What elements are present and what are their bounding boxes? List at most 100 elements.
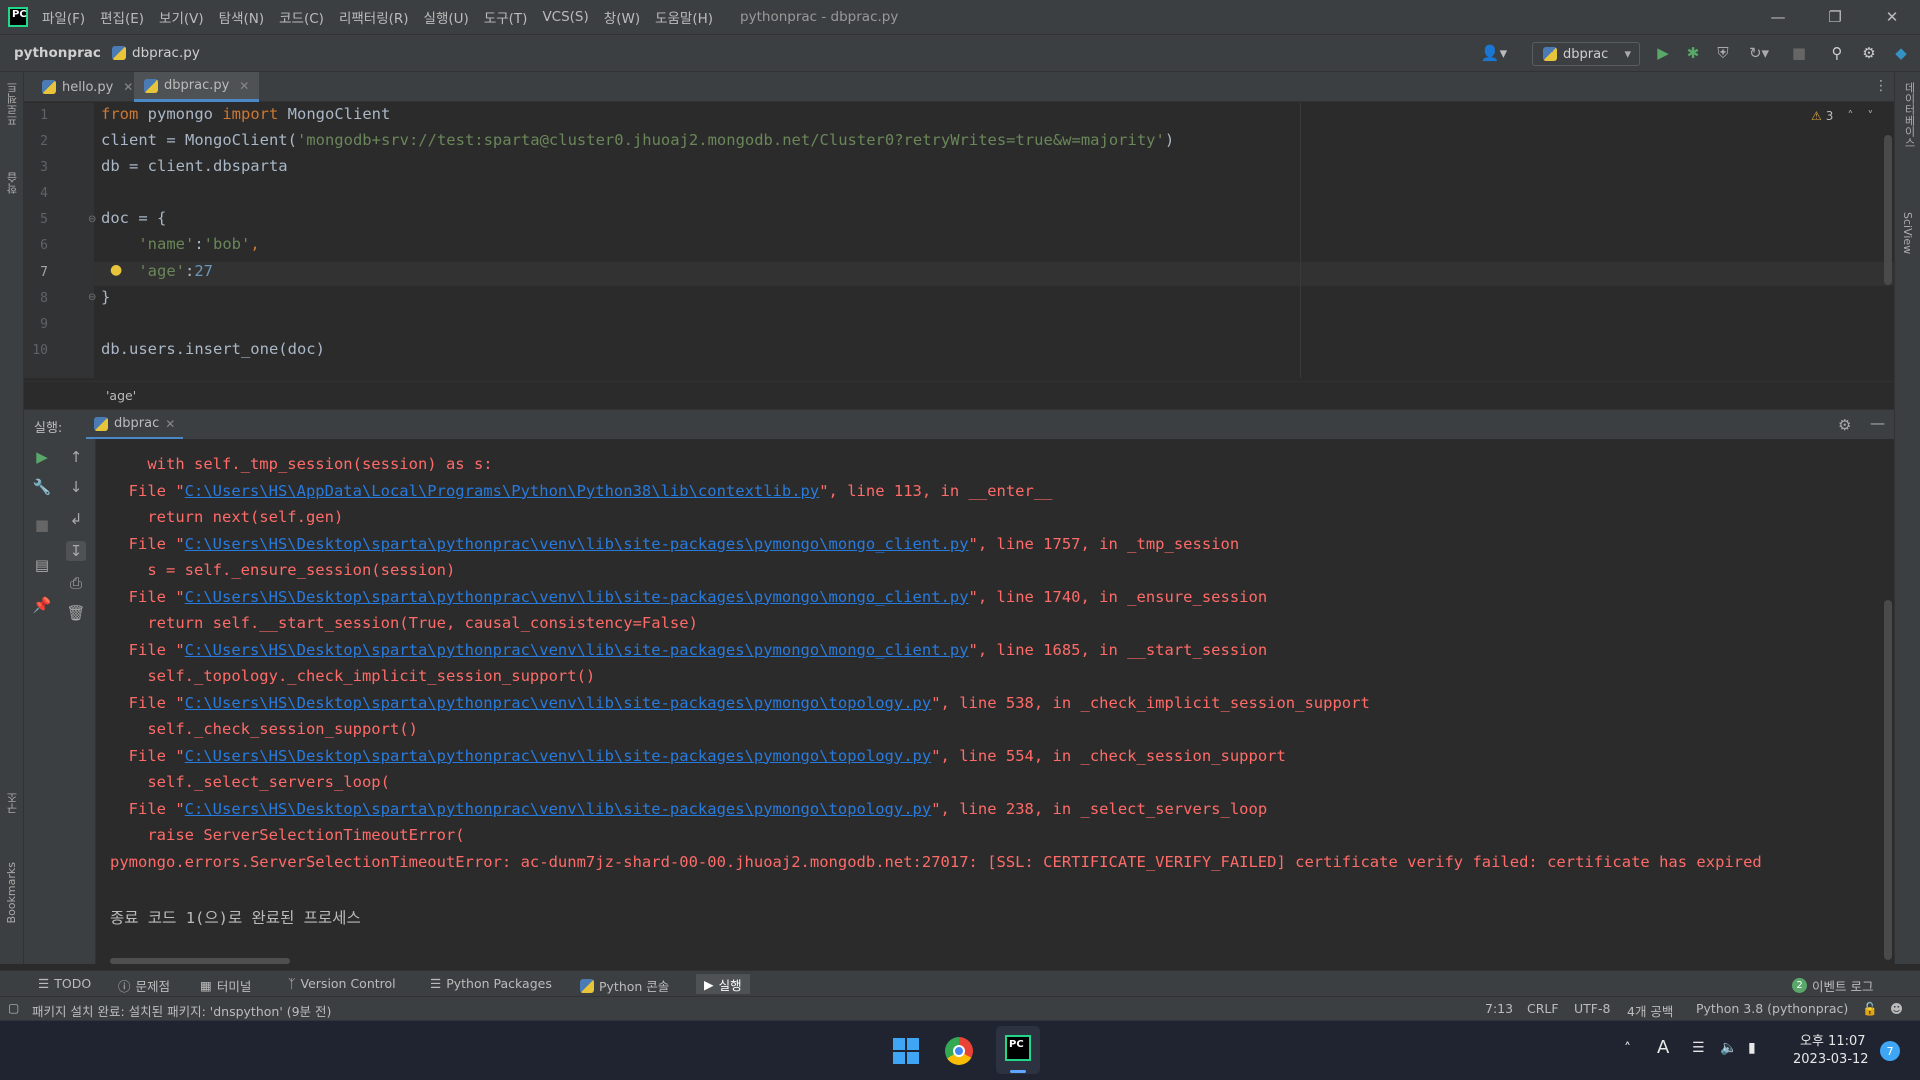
menu-help[interactable]: 도움말(H) [655,7,713,27]
close-tab-icon[interactable]: ✕ [123,80,133,94]
gear-icon[interactable]: ⚙ [1838,416,1851,434]
inspection-widget[interactable]: ⚠ 3 ˄ ˅ [1811,109,1873,123]
restore-icon[interactable]: ❐ [1808,0,1862,34]
caret-position[interactable]: 7:13 [1485,1001,1513,1016]
pycharm-logo-icon[interactable]: PC [8,7,28,27]
editor-scrollbar[interactable] [1884,135,1892,285]
menu-code[interactable]: 코드(C) [279,7,324,27]
pycharm-taskbar-button[interactable]: PC [996,1026,1040,1074]
file-link[interactable]: C:\Users\HS\Desktop\sparta\pythonprac\ve… [185,535,969,553]
debug-icon[interactable]: ✱ [1684,44,1702,62]
tab-python-console[interactable]: Python 콘솔 [580,976,669,995]
inspector-icon[interactable]: ☻ [1890,1001,1903,1016]
trash-icon[interactable]: 🗑 [66,603,86,623]
menu-tools[interactable]: 도구(T) [484,7,528,27]
hide-icon[interactable]: — [1870,414,1885,432]
menu-vcs[interactable]: VCS(S) [542,9,588,25]
notification-badge[interactable]: 7 [1880,1041,1900,1061]
tab-run[interactable]: ▶ 실행 [696,974,750,994]
lock-icon[interactable]: 🔓 [1862,1001,1878,1017]
tab-terminal[interactable]: ▦ 터미널 [200,976,251,995]
file-link[interactable]: C:\Users\HS\Desktop\sparta\pythonprac\ve… [185,588,969,606]
volume-icon[interactable]: 🔈 [1720,1040,1737,1056]
stop-icon[interactable]: ■ [1790,44,1808,62]
chevron-up-icon[interactable]: ˄ [1847,109,1853,123]
arrow-up-icon[interactable]: ↑ [66,447,86,467]
rerun-icon[interactable]: ▶ [32,447,52,467]
menu-run[interactable]: 실행(U) [424,7,469,27]
tab-problems[interactable]: ⓘ 문제점 [118,976,170,995]
search-icon[interactable]: ⚲ [1828,44,1846,62]
chevron-down-icon[interactable]: ˅ [1867,109,1873,123]
clock-time[interactable]: 오후 11:07 [1800,1030,1866,1049]
console-horizontal-scrollbar[interactable] [110,958,290,964]
gear-icon[interactable]: ⚙ [1860,44,1878,62]
menu-window[interactable]: 창(W) [604,7,640,27]
event-log-button[interactable]: 2 이벤트 로그 [1792,976,1873,995]
python-interpreter[interactable]: Python 3.8 (pythonprac) [1696,1001,1848,1016]
status-toggle-icon[interactable]: ▢ [8,1001,19,1015]
run-tab-dbprac[interactable]: dbprac ✕ [86,410,184,440]
chevron-up-icon[interactable]: ˄ [1624,1041,1631,1057]
soft-wrap-icon[interactable]: ↲ [66,509,86,529]
print-icon[interactable]: ⎙ [66,573,86,593]
coverage-icon[interactable]: ⛨ [1714,44,1732,62]
menu-file[interactable]: 파일(F) [42,7,85,27]
close-tab-icon[interactable]: ✕ [165,417,175,431]
run-icon[interactable]: ▶ [1654,44,1672,62]
arrow-down-icon[interactable]: ↓ [66,477,86,497]
menu-navigate[interactable]: 탐색(N) [219,7,264,27]
status-message[interactable]: 패키지 설치 완료: 설치된 패키지: 'dnspython' (9분 전) [32,1001,331,1020]
breadcrumb-file[interactable]: dbprac.py [112,45,200,61]
console-vertical-scrollbar[interactable] [1884,600,1892,960]
bookmarks-tool-tab[interactable]: Bookmarks [5,862,18,923]
tab-dbprac-py[interactable]: dbprac.py ✕ [134,72,260,102]
fold-icon[interactable]: ⊖ [88,214,96,225]
close-icon[interactable]: ✕ [1865,0,1919,34]
close-tab-icon[interactable]: ✕ [239,79,249,93]
minimize-icon[interactable]: — [1751,0,1805,34]
left-tool-strip: 프로젝트 학습 구조 Bookmarks [0,72,24,964]
file-encoding[interactable]: UTF-8 [1574,1001,1610,1016]
menu-edit[interactable]: 편집(E) [100,7,144,27]
ime-indicator[interactable]: A [1657,1037,1669,1058]
toolbox-icon[interactable]: ◆ [1892,44,1910,62]
pin-icon[interactable]: 📌 [32,595,52,615]
tab-hello-py[interactable]: hello.py ✕ [32,72,143,102]
tab-version-control[interactable]: ᛉ Version Control [288,976,396,991]
code-breadcrumb[interactable]: 'age' [106,388,136,403]
file-link[interactable]: C:\Users\HS\Desktop\sparta\pythonprac\ve… [185,641,969,659]
learn-tool-tab[interactable]: 학습 [5,172,21,194]
project-tool-tab[interactable]: 프로젝트 [5,82,21,126]
tab-options-icon[interactable]: ⋮ [1874,78,1888,94]
file-link[interactable]: C:\Users\HS\AppData\Local\Programs\Pytho… [185,482,820,500]
run-config-selector[interactable]: dbprac ▾ [1532,42,1640,66]
code-token: 27 [194,262,214,280]
wrench-icon[interactable]: 🔧 [32,477,52,497]
clock-date[interactable]: 2023-03-12 [1793,1052,1869,1067]
menu-refactor[interactable]: 리팩터링(R) [339,7,409,27]
stop-icon[interactable]: ■ [32,515,52,535]
scroll-to-end-icon[interactable]: ↧ [66,541,86,561]
structure-tool-tab[interactable]: 구조 [5,792,21,814]
code-token: : [194,235,204,253]
file-link[interactable]: C:\Users\HS\Desktop\sparta\pythonprac\ve… [185,747,932,765]
menu-view[interactable]: 보기(V) [159,7,204,27]
account-icon[interactable]: 👤▾ [1478,44,1510,62]
line-separator[interactable]: CRLF [1527,1001,1559,1016]
wifi-icon[interactable]: ☰ [1692,1040,1705,1056]
breadcrumb-project[interactable]: pythonprac [14,45,101,61]
file-link[interactable]: C:\Users\HS\Desktop\sparta\pythonprac\ve… [185,800,932,818]
database-tool-tab[interactable]: 데이터베이스 [1901,82,1917,148]
fold-icon[interactable]: ⊖ [88,292,96,303]
battery-icon[interactable]: ▮ [1748,1040,1756,1056]
sciview-tool-tab[interactable]: SciView [1901,212,1914,254]
profile-icon[interactable]: ↻▾ [1744,44,1774,62]
windows-start-icon[interactable] [893,1038,919,1064]
layout-icon[interactable]: ▤ [32,555,52,575]
indent-setting[interactable]: 4개 공백 [1627,1001,1673,1020]
file-link[interactable]: C:\Users\HS\Desktop\sparta\pythonprac\ve… [185,694,932,712]
chrome-icon[interactable] [945,1037,973,1065]
tab-python-packages[interactable]: ☰ Python Packages [430,976,552,991]
tab-todo[interactable]: ☰ TODO [38,976,91,991]
